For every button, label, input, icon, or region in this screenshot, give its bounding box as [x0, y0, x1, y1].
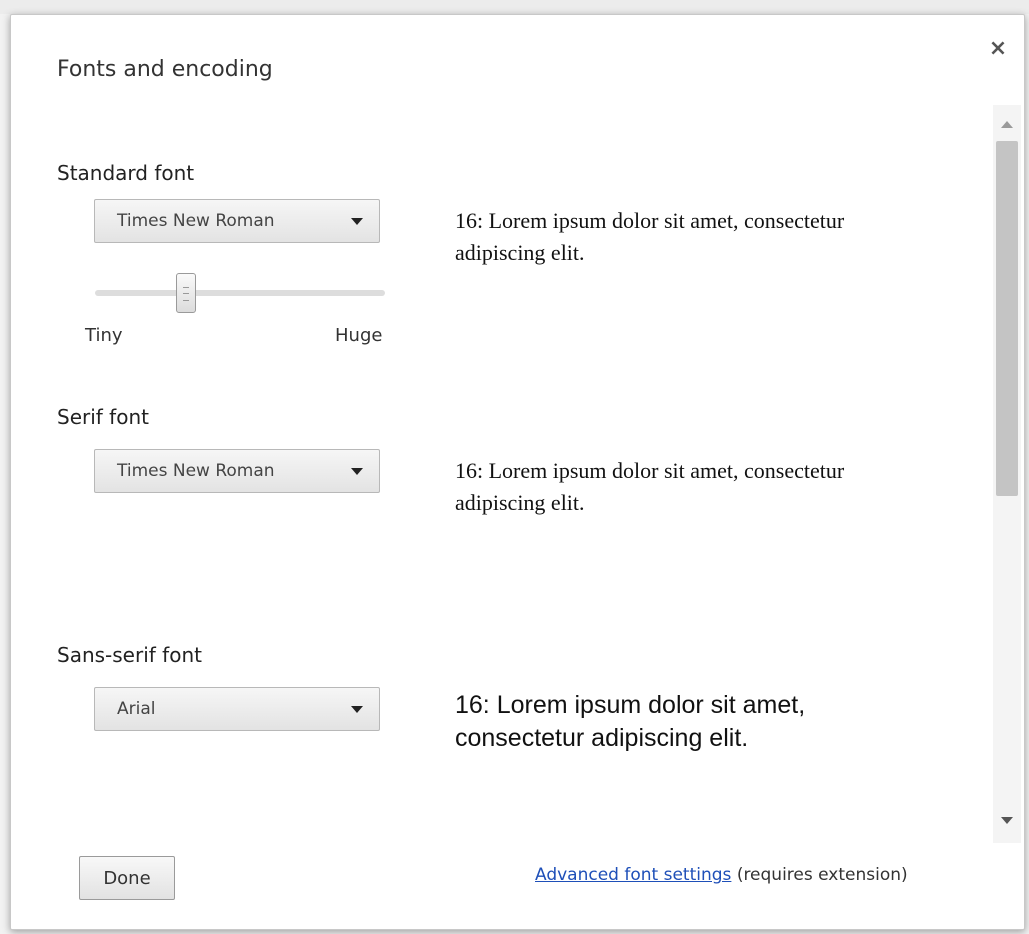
serif-font-label: Serif font	[57, 405, 149, 429]
sans-serif-font-value: Arial	[117, 699, 156, 719]
content-scrollbar[interactable]	[993, 105, 1021, 843]
footer-note: Advanced font settings (requires extensi…	[535, 865, 908, 885]
chevron-down-icon	[351, 706, 363, 713]
slider-thumb[interactable]	[176, 273, 196, 313]
serif-font-preview: 16: Lorem ipsum dolor sit amet, consecte…	[455, 458, 845, 515]
grip-icon	[183, 287, 189, 301]
sans-serif-font-preview: 16: Lorem ipsum dolor sit amet, consecte…	[455, 691, 806, 752]
chevron-down-icon	[351, 468, 363, 475]
close-icon[interactable]: ×	[986, 37, 1010, 61]
scrollbar-thumb[interactable]	[996, 141, 1018, 496]
requires-extension-note: (requires extension)	[736, 865, 908, 885]
chevron-down-icon	[351, 218, 363, 225]
dialog-title: Fonts and encoding	[57, 57, 273, 82]
slider-track	[95, 290, 385, 296]
sans-serif-font-label: Sans-serif font	[57, 643, 202, 667]
serif-font-value: Times New Roman	[117, 461, 275, 481]
fonts-dialog: Fonts and encoding × Standard font Times…	[10, 14, 1025, 930]
serif-font-select[interactable]: Times New Roman	[94, 449, 380, 493]
slider-max-label: Huge	[335, 325, 383, 346]
sans-serif-font-select[interactable]: Arial	[94, 687, 380, 731]
dialog-content: Standard font Times New Roman 16: Lorem …	[11, 105, 993, 843]
standard-font-value: Times New Roman	[117, 211, 275, 231]
font-size-slider[interactable]	[95, 273, 385, 313]
scroll-down-arrow-icon[interactable]	[1001, 817, 1013, 824]
advanced-font-settings-link[interactable]: Advanced font settings	[535, 865, 731, 885]
standard-font-select[interactable]: Times New Roman	[94, 199, 380, 243]
backdrop-strip	[0, 0, 1029, 14]
done-button[interactable]: Done	[79, 856, 175, 900]
standard-font-preview: 16: Lorem ipsum dolor sit amet, consecte…	[455, 208, 845, 265]
standard-font-label: Standard font	[57, 161, 195, 185]
scroll-up-arrow-icon[interactable]	[1001, 121, 1013, 128]
slider-min-label: Tiny	[85, 325, 123, 346]
